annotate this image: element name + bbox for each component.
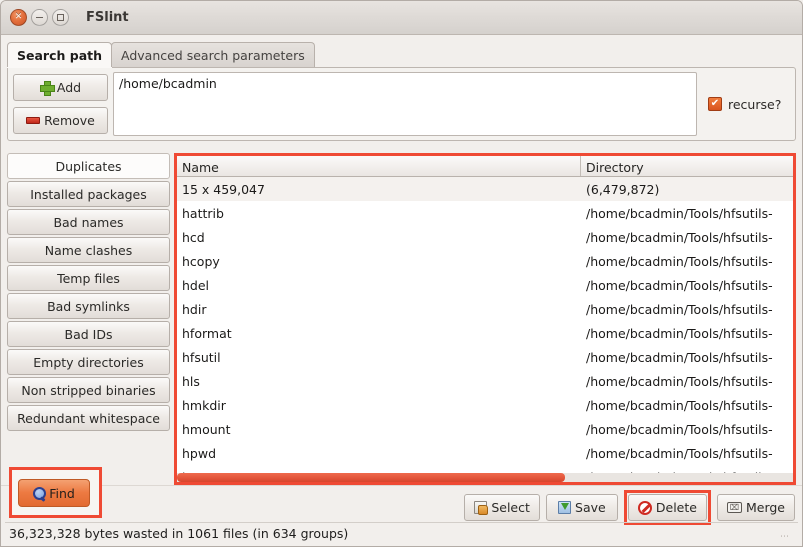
cell-directory: /home/bcadmin/Tools/hfsutils- [586, 253, 773, 269]
sidebar-item-bad-ids[interactable]: Bad IDs [7, 321, 170, 347]
table-body[interactable]: 15 x 459,047 (6,479,872) hattrib/home/bcad… [177, 177, 793, 482]
column-header-directory[interactable]: Directory [581, 156, 793, 176]
maximize-icon[interactable] [52, 9, 69, 26]
search-path-panel: Add Remove /home/bcadmin ✔ recurse? [7, 67, 796, 141]
sidebar-item-bad-symlinks[interactable]: Bad symlinks [7, 293, 170, 319]
resize-grip-icon[interactable]: ⋯ [780, 532, 794, 542]
cell-directory: /home/bcadmin/Tools/hfsutils- [586, 445, 773, 461]
cell-name: hmkdir [182, 397, 226, 413]
close-icon[interactable]: ✕ [10, 9, 27, 26]
table-row[interactable]: hattrib/home/bcadmin/Tools/hfsutils- [177, 201, 793, 225]
recurse-label: recurse? [728, 96, 782, 112]
table-row[interactable]: hcd/home/bcadmin/Tools/hfsutils- [177, 225, 793, 249]
fslint-window: ✕ FSlint Search path Advanced search par… [0, 0, 803, 547]
plus-icon [39, 81, 55, 96]
sidebar-item-non-stripped-binaries[interactable]: Non stripped binaries [7, 377, 170, 403]
cell-name: hfsutil [182, 349, 221, 365]
cell-name: hdel [182, 277, 210, 293]
cell-name: hls [182, 373, 200, 389]
find-button[interactable]: Find [18, 479, 90, 507]
delete-icon [637, 500, 652, 515]
select-button[interactable]: Select [464, 494, 540, 521]
minus-icon [26, 117, 41, 124]
cell-directory: /home/bcadmin/Tools/hfsutils- [586, 373, 773, 389]
cell-name: hformat [182, 325, 232, 341]
tab-bar: Search path Advanced search parameters [7, 41, 802, 67]
sidebar-item-installed-packages[interactable]: Installed packages [7, 181, 170, 207]
cell-name: hcd [182, 229, 205, 245]
save-button-label: Save [575, 500, 606, 515]
cell-directory: /home/bcadmin/Tools/hfsutils- [586, 301, 773, 317]
table-row[interactable]: hmkdir/home/bcadmin/Tools/hfsutils- [177, 393, 793, 417]
table-row[interactable]: hmount/home/bcadmin/Tools/hfsutils- [177, 417, 793, 441]
cell-name: hattrib [182, 205, 224, 221]
sidebar-item-empty-directories[interactable]: Empty directories [7, 349, 170, 375]
page-title: FSlint [86, 10, 129, 25]
cell-directory: /home/bcadmin/Tools/hfsutils- [586, 205, 773, 221]
sidebar-item-redundant-whitespace[interactable]: Redundant whitespace [7, 405, 170, 431]
cell-directory: /home/bcadmin/Tools/hfsutils- [586, 229, 773, 245]
results-table[interactable]: Name Directory 15 x 459,047 (6,479,872) ha… [177, 156, 793, 482]
save-button[interactable]: Save [545, 494, 618, 521]
right-action-buttons: Select Save Delete ⌧ Merge [464, 490, 795, 525]
status-bar: 36,323,328 bytes wasted in 1061 files (i… [5, 522, 798, 544]
sidebar-item-bad-names[interactable]: Bad names [7, 209, 170, 235]
cell-directory: /home/bcadmin/Tools/hfsutils- [586, 349, 773, 365]
recurse-checkbox-row[interactable]: ✔ recurse? [702, 72, 790, 136]
cell-name: hcopy [182, 253, 220, 269]
minimize-icon[interactable] [31, 9, 48, 26]
table-row[interactable]: 15 x 459,047 (6,479,872) [177, 177, 793, 201]
merge-button[interactable]: ⌧ Merge [716, 494, 795, 521]
table-row[interactable]: hfsutil/home/bcadmin/Tools/hfsutils- [177, 345, 793, 369]
delete-button-label: Delete [655, 500, 697, 515]
add-button[interactable]: Add [13, 74, 108, 101]
delete-button-annotation: Delete [623, 490, 711, 525]
tab-advanced-search-parameters[interactable]: Advanced search parameters [111, 42, 315, 67]
remove-button-label: Remove [44, 113, 95, 128]
table-header: Name Directory [177, 156, 793, 177]
status-text: 36,323,328 bytes wasted in 1061 files (i… [9, 526, 349, 541]
table-row[interactable]: hdir/home/bcadmin/Tools/hfsutils- [177, 297, 793, 321]
table-row[interactable]: hformat/home/bcadmin/Tools/hfsutils- [177, 321, 793, 345]
title-bar: ✕ FSlint [1, 1, 802, 35]
cell-name: hdir [182, 301, 207, 317]
cell-directory: /home/bcadmin/Tools/hfsutils- [586, 397, 773, 413]
cell-directory: /home/bcadmin/Tools/hfsutils- [586, 421, 773, 437]
path-buttons: Add Remove [13, 74, 108, 134]
cell-name: hpwd [182, 445, 217, 461]
search-icon [33, 486, 47, 500]
save-icon [558, 501, 572, 514]
action-bar: Find Select Save Delete ⌧ Merge [1, 467, 802, 525]
cell-directory: (6,479,872) [586, 181, 660, 197]
select-button-label: Select [491, 500, 530, 515]
add-button-label: Add [56, 80, 82, 95]
sidebar-item-temp-files[interactable]: Temp files [7, 265, 170, 291]
category-sidebar: Duplicates Installed packages Bad names … [7, 153, 174, 485]
remove-button[interactable]: Remove [13, 107, 108, 134]
search-path-input[interactable]: /home/bcadmin [113, 72, 697, 136]
table-row[interactable]: hls/home/bcadmin/Tools/hfsutils- [177, 369, 793, 393]
column-header-name[interactable]: Name [177, 156, 581, 176]
merge-button-label: Merge [745, 500, 785, 515]
find-button-label: Find [49, 485, 75, 501]
delete-button[interactable]: Delete [627, 494, 707, 521]
results-table-annotation: Name Directory 15 x 459,047 (6,479,872) ha… [174, 153, 796, 485]
cell-directory: /home/bcadmin/Tools/hfsutils- [586, 277, 773, 293]
merge-icon: ⌧ [726, 502, 742, 513]
cell-name: 15 x 459,047 [182, 181, 265, 197]
table-row[interactable]: hdel/home/bcadmin/Tools/hfsutils- [177, 273, 793, 297]
horizontal-scrollbar[interactable] [177, 473, 793, 482]
sidebar-item-duplicates[interactable]: Duplicates [7, 153, 170, 179]
tab-search-path[interactable]: Search path [7, 42, 112, 67]
table-row[interactable]: hpwd/home/bcadmin/Tools/hfsutils- [177, 441, 793, 465]
main-content: Duplicates Installed packages Bad names … [7, 153, 796, 485]
select-icon [474, 501, 489, 515]
cell-name: hmount [182, 421, 231, 437]
checkbox-checked-icon[interactable]: ✔ [708, 97, 722, 111]
find-button-annotation: Find [9, 467, 102, 518]
scrollbar-thumb[interactable] [177, 473, 566, 482]
cell-directory: /home/bcadmin/Tools/hfsutils- [586, 325, 773, 341]
sidebar-item-name-clashes[interactable]: Name clashes [7, 237, 170, 263]
table-row[interactable]: hcopy/home/bcadmin/Tools/hfsutils- [177, 249, 793, 273]
